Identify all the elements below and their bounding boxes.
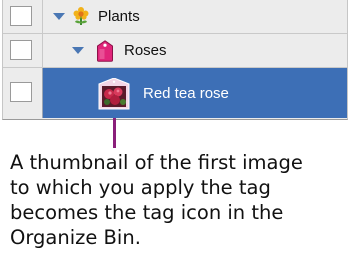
checkbox-cell — [3, 0, 43, 33]
annotation-caption: A thumbnail of the first image to which … — [10, 150, 346, 250]
tag-checkbox[interactable] — [10, 82, 32, 102]
caption-line: Organize Bin. — [10, 226, 141, 249]
tag-row-plants[interactable]: Plants — [3, 0, 347, 34]
callout-leader-line — [113, 118, 116, 148]
tag-checkbox[interactable] — [10, 40, 32, 60]
expand-triangle-icon[interactable] — [53, 13, 65, 20]
tag-label: Red tea rose — [143, 85, 229, 102]
tag-label: Plants — [98, 8, 140, 25]
organize-bin-panel: Plants Roses Red tea rose — [2, 0, 348, 120]
rose-thumbnail-icon — [98, 78, 130, 110]
checkbox-cell — [3, 34, 43, 67]
tag-label: Roses — [124, 42, 167, 59]
caption-line: A thumbnail of the first image — [10, 151, 303, 174]
flower-icon — [73, 7, 89, 25]
pink-tag-icon — [97, 40, 113, 62]
checkbox-cell — [3, 68, 43, 118]
caption-line: becomes the tag icon in the — [10, 201, 284, 224]
caption-line: to which you apply the tag — [10, 176, 271, 199]
expand-triangle-icon[interactable] — [72, 47, 84, 54]
tag-checkbox[interactable] — [10, 6, 32, 26]
tag-row-red-tea-rose[interactable]: Red tea rose — [3, 68, 347, 118]
tag-row-roses[interactable]: Roses — [3, 34, 347, 68]
